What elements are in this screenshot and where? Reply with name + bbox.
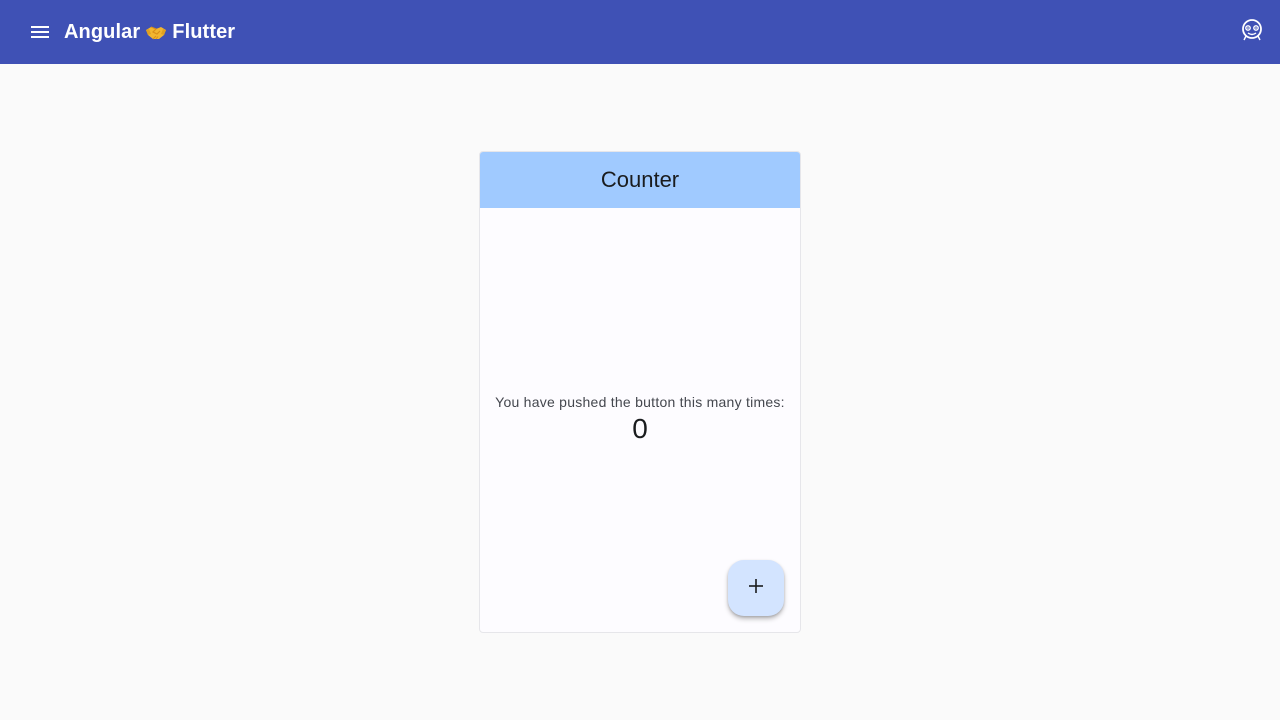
menu-icon xyxy=(31,26,49,38)
increment-button[interactable] xyxy=(728,560,784,616)
plus-icon xyxy=(749,578,763,598)
theme-toggle-button[interactable] xyxy=(1238,18,1266,46)
palette-icon xyxy=(1241,18,1263,46)
menu-button[interactable] xyxy=(24,16,56,48)
counter-value: 0 xyxy=(632,413,648,444)
counter-card: Counter You have pushed the button this … xyxy=(479,151,801,633)
handshake-icon xyxy=(145,3,167,67)
app-title-suffix: Flutter xyxy=(172,21,236,43)
card-title: Counter xyxy=(480,152,800,208)
top-app-bar: Angular Flutter xyxy=(0,0,1280,64)
app-title: Angular Flutter xyxy=(64,0,235,64)
app-title-prefix: Angular xyxy=(64,21,141,43)
push-count-label: You have pushed the button this many tim… xyxy=(495,394,785,410)
